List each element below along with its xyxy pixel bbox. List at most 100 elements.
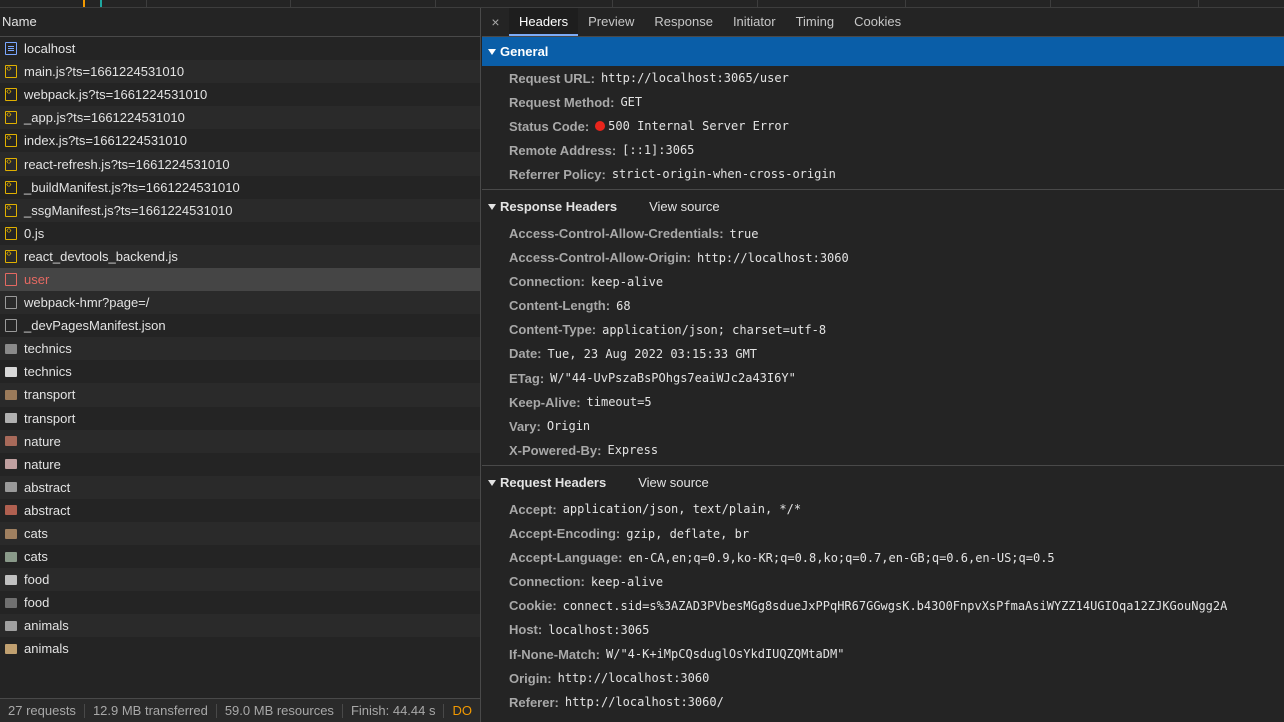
header-value[interactable]: 68	[616, 299, 630, 313]
request-name: transport	[24, 387, 76, 403]
header-value[interactable]: keep-alive	[591, 275, 663, 289]
request-headers-section-header[interactable]: Request Headers View source	[482, 468, 1284, 497]
tab-response[interactable]: Response	[644, 8, 723, 36]
header-row: Referrer Policy: strict-origin-when-cross…	[482, 162, 1284, 186]
header-value[interactable]: 500 Internal Server Error	[608, 119, 789, 133]
request-row[interactable]: transport	[0, 383, 480, 407]
header-value[interactable]: http://localhost:3060	[558, 671, 710, 685]
request-row[interactable]: abstract	[0, 499, 480, 522]
network-status-bar: 27 requests 12.9 MB transferred 59.0 MB …	[0, 698, 480, 722]
request-name: webpack.js?ts=1661224531010	[24, 87, 208, 103]
header-name: Keep-Alive:	[509, 394, 581, 410]
resources-size: 59.0 MB resources	[217, 703, 343, 718]
request-row[interactable]: _buildManifest.js?ts=1661224531010	[0, 176, 480, 199]
general-section-header[interactable]: General	[482, 37, 1284, 66]
request-name: transport	[24, 410, 76, 426]
request-row[interactable]: animals	[0, 637, 480, 660]
timeline-marker-teal	[100, 0, 102, 7]
transferred-size: 12.9 MB transferred	[85, 703, 217, 718]
request-name: technics	[24, 364, 72, 380]
request-row[interactable]: main.js?ts=1661224531010	[0, 60, 480, 84]
header-value[interactable]: W/"4-K+iMpCQsduglOsYkdIUQZQMtaDM"	[606, 647, 844, 661]
header-value[interactable]: timeout=5	[587, 395, 652, 409]
view-source-link[interactable]: View source	[649, 199, 720, 214]
request-row[interactable]: _ssgManifest.js?ts=1661224531010	[0, 198, 480, 222]
script-icon	[5, 179, 17, 194]
network-timeline-overview[interactable]	[0, 0, 1284, 8]
request-row[interactable]: nature	[0, 429, 480, 453]
image-thumbnail-icon	[5, 551, 17, 562]
header-value[interactable]: true	[730, 227, 759, 241]
request-row[interactable]: cats	[0, 521, 480, 546]
timeline-tick	[905, 0, 906, 7]
header-value[interactable]: http://localhost:3065/user	[601, 71, 789, 85]
request-row[interactable]: 0.js	[0, 222, 480, 245]
tab-cookies[interactable]: Cookies	[844, 8, 911, 36]
header-name: Access-Control-Allow-Origin:	[509, 250, 692, 266]
header-value[interactable]: GET	[620, 95, 642, 109]
header-value[interactable]: gzip, deflate, br	[626, 527, 749, 541]
view-source-link[interactable]: View source	[638, 475, 709, 490]
response-headers-section-header[interactable]: Response Headers View source	[482, 192, 1284, 221]
request-row[interactable]: index.js?ts=1661224531010	[0, 129, 480, 152]
request-row[interactable]: webpack-hmr?page=/	[0, 291, 480, 315]
request-row[interactable]: _devPagesManifest.json	[0, 314, 480, 337]
request-name: food	[24, 572, 50, 588]
request-row[interactable]: nature	[0, 453, 480, 476]
header-value[interactable]: localhost:3065	[548, 623, 649, 637]
header-value[interactable]: connect.sid=s%3AZAD3PVbesMGg8sdueJxPPqHR…	[563, 599, 1228, 613]
request-row[interactable]: abstract	[0, 475, 480, 499]
tab-timing[interactable]: Timing	[786, 8, 845, 36]
header-value[interactable]: W/"44-UvPszaBsPOhgs7eaiWJc2a43I6Y"	[550, 371, 796, 385]
header-value[interactable]: http://localhost:3060/	[565, 695, 724, 709]
request-row[interactable]: _app.js?ts=1661224531010	[0, 106, 480, 130]
request-row[interactable]: user	[0, 267, 480, 292]
request-name: index.js?ts=1661224531010	[24, 133, 188, 149]
header-row: Request URL: http://localhost:3065/user	[482, 66, 1284, 90]
header-value[interactable]: Tue, 23 Aug 2022 03:15:33 GMT	[548, 347, 758, 361]
request-row[interactable]: food	[0, 568, 480, 592]
request-name: 0.js	[24, 225, 45, 241]
header-value[interactable]: en-CA,en;q=0.9,ko-KR;q=0.8,ko;q=0.7,en-G…	[628, 551, 1054, 565]
tab-preview[interactable]: Preview	[578, 8, 644, 36]
header-name: If-None-Match:	[509, 646, 600, 662]
request-row[interactable]: animals	[0, 614, 480, 638]
request-row[interactable]: food	[0, 591, 480, 614]
script-icon	[5, 63, 17, 79]
request-row[interactable]: localhost	[0, 37, 480, 60]
request-row[interactable]: webpack.js?ts=1661224531010	[0, 83, 480, 106]
close-icon[interactable]: ×	[482, 8, 509, 36]
header-name: Host:	[509, 622, 543, 638]
image-thumbnail-icon	[5, 597, 17, 608]
error-request-icon	[5, 272, 17, 286]
request-rows: localhost main.js?ts=1661224531010 webpack…	[0, 37, 480, 661]
request-row[interactable]: react_devtools_backend.js	[0, 244, 480, 268]
tab-initiator[interactable]: Initiator	[723, 8, 786, 36]
header-row: Host: localhost:3065	[482, 618, 1284, 642]
script-icon	[5, 109, 17, 125]
request-row[interactable]: transport	[0, 407, 480, 430]
request-row[interactable]: technics	[0, 360, 480, 383]
request-name: _buildManifest.js?ts=1661224531010	[24, 179, 240, 195]
request-name: abstract	[24, 502, 71, 518]
request-count: 27 requests	[0, 703, 85, 718]
request-name: nature	[24, 433, 61, 449]
header-value[interactable]: Origin	[547, 419, 590, 433]
request-name: _ssgManifest.js?ts=1661224531010	[24, 202, 233, 218]
request-row[interactable]: cats	[0, 545, 480, 568]
header-value[interactable]: Express	[607, 443, 658, 457]
request-row[interactable]: technics	[0, 337, 480, 361]
image-thumbnail-icon	[5, 436, 17, 447]
request-row[interactable]: react-refresh.js?ts=1661224531010	[0, 152, 480, 176]
header-value[interactable]: application/json; charset=utf-8	[602, 323, 826, 337]
tab-headers[interactable]: Headers	[509, 8, 579, 36]
name-column-header[interactable]: Name	[0, 8, 480, 37]
header-row: Content-Length: 68	[482, 294, 1284, 318]
header-value[interactable]: [::1]:3065	[622, 143, 694, 157]
header-value[interactable]: strict-origin-when-cross-origin	[612, 167, 836, 181]
header-value[interactable]: keep-alive	[591, 575, 663, 589]
expand-triangle-icon	[488, 203, 496, 210]
header-value[interactable]: http://localhost:3060	[697, 251, 849, 265]
header-value[interactable]: application/json, text/plain, */*	[563, 502, 801, 516]
request-name: main.js?ts=1661224531010	[24, 64, 185, 80]
